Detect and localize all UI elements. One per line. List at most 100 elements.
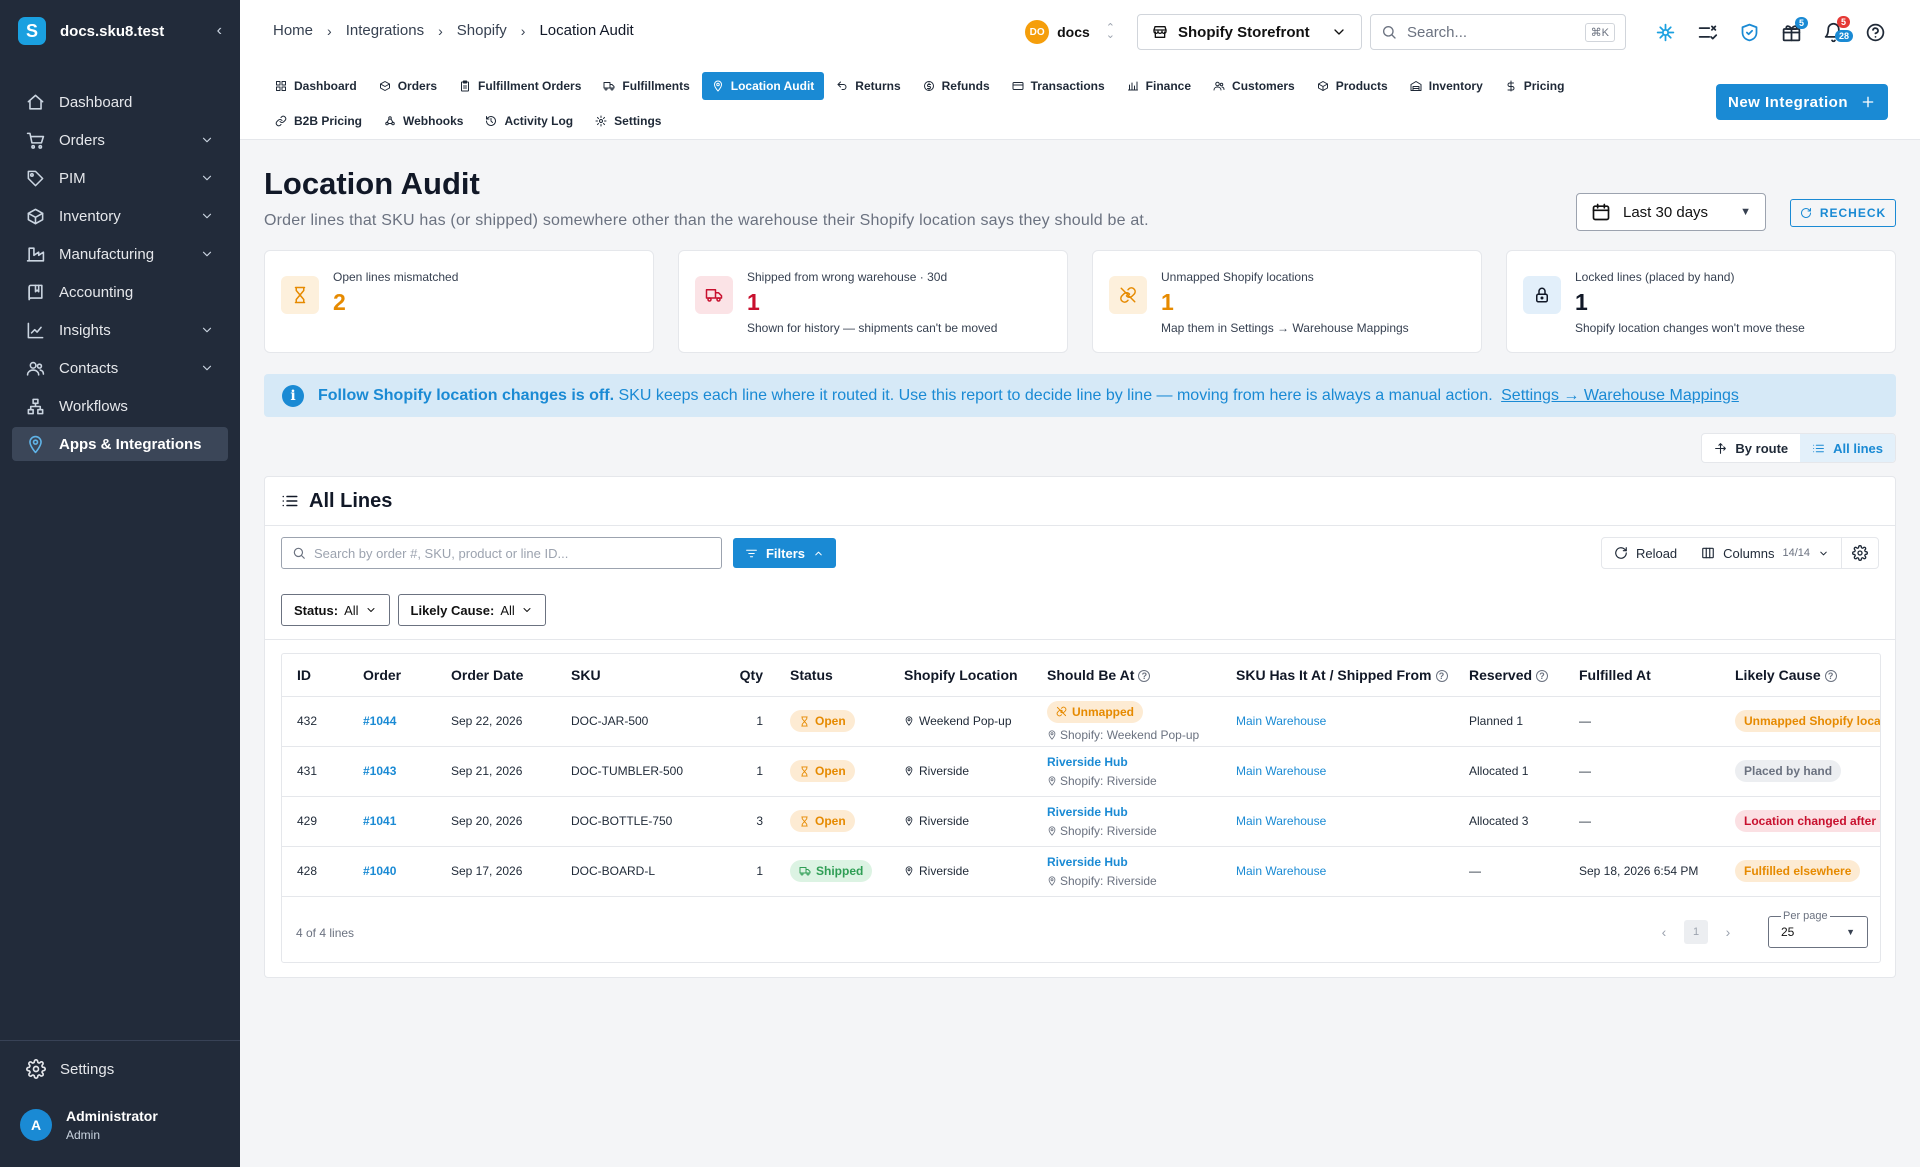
has-it-at-link[interactable]: Main Warehouse [1236,714,1326,728]
help-icon[interactable]: ? [1824,670,1837,683]
column-header[interactable]: Shopify Location [889,654,1032,697]
chevron-down-icon[interactable] [200,323,214,337]
has-it-at-link[interactable]: Main Warehouse [1236,764,1326,778]
collapse-sidebar-icon[interactable]: ‹ [217,22,222,40]
prev-page-icon[interactable]: ‹ [1654,924,1674,940]
should-be-link[interactable]: Riverside Hub [1047,755,1128,769]
filter-chip[interactable]: Likely Cause: All [397,594,546,626]
table-row[interactable]: 429 #1041 Sep 20, 2026 DOC-BOTTLE-750 3 Open R… [282,796,1880,847]
help-icon[interactable]: ? [1536,670,1549,683]
column-header[interactable]: Likely Cause? [1720,654,1880,697]
column-header[interactable]: Order [348,654,436,697]
reload-button[interactable]: Reload [1602,538,1689,568]
tab-pricing[interactable]: Pricing [1495,72,1575,100]
lines-search-input[interactable]: Search by order #, SKU, product or line … [281,537,722,569]
tab-activity-log[interactable]: Activity Log [475,107,583,135]
stat-card[interactable]: Shipped from wrong warehouse · 30d 1 Shown… [678,250,1068,353]
sidebar-item-apps-integrations[interactable]: Apps & Integrations [12,427,228,461]
sidebar-item-inventory[interactable]: Inventory [12,199,228,233]
table-settings-button[interactable] [1841,538,1878,568]
sidebar-item-insights[interactable]: Insights [12,313,228,347]
org-switcher[interactable]: DO docs ⌃ ⌄ [1025,20,1115,44]
tab-customers[interactable]: Customers [1203,72,1305,100]
chevron-down-icon[interactable] [200,133,214,147]
tab-fulfillments[interactable]: Fulfillments [593,72,699,100]
view-by-route[interactable]: By route [1702,434,1800,462]
sidebar-item-contacts[interactable]: Contacts [12,351,228,385]
sidebar-item-workflows[interactable]: Workflows [12,389,228,423]
has-it-at-link[interactable]: Main Warehouse [1236,814,1326,828]
column-header[interactable]: Qty [721,654,775,697]
global-search-input[interactable]: Search... ⌘K [1370,14,1626,50]
column-header[interactable]: SKU [556,654,721,697]
help-button[interactable] [1854,14,1896,50]
tab-inventory[interactable]: Inventory [1400,72,1493,100]
tab-dashboard[interactable]: Dashboard [265,72,367,100]
sidebar-item-pim[interactable]: PIM [12,161,228,195]
ai-assistant-button[interactable] [1644,14,1686,50]
filters-button[interactable]: Filters [733,538,836,568]
recheck-button[interactable]: RECHECK [1790,199,1896,227]
page-number[interactable]: 1 [1684,920,1708,944]
chevron-down-icon[interactable] [200,209,214,223]
compare-button[interactable] [1686,14,1728,50]
tab-refunds[interactable]: Refunds [913,72,1000,100]
column-header[interactable]: Status [775,654,889,697]
order-link[interactable]: #1041 [363,814,396,828]
order-link[interactable]: #1040 [363,864,396,878]
table-row[interactable]: 432 #1044 Sep 22, 2026 DOC-JAR-500 1 Open Week… [282,696,1880,747]
column-header[interactable]: Should Be At? [1032,654,1221,697]
filter-chip[interactable]: Status: All [281,594,390,626]
chevron-down-icon[interactable] [200,247,214,261]
tab-location-audit[interactable]: Location Audit [701,72,825,100]
gifts-button[interactable]: 5 [1770,14,1812,50]
security-button[interactable] [1728,14,1770,50]
user-menu[interactable]: A Administrator Admin [0,1097,240,1167]
warehouse-mappings-link[interactable]: Settings → Warehouse Mappings [1501,387,1739,404]
chevron-down-icon[interactable] [200,361,214,375]
new-integration-button[interactable]: New Integration [1716,84,1888,120]
tab-transactions[interactable]: Transactions [1002,72,1115,100]
breadcrumb-item[interactable]: Home [273,22,313,39]
tab-b2b-pricing[interactable]: B2B Pricing [265,107,372,135]
sidebar-item-settings[interactable]: Settings [0,1041,240,1097]
help-icon[interactable]: ? [1138,670,1151,683]
breadcrumb-item[interactable]: Integrations [346,22,424,39]
order-link[interactable]: #1043 [363,764,396,778]
sidebar-item-accounting[interactable]: Accounting [12,275,228,309]
stat-card[interactable]: Open lines mismatched 2 [264,250,654,353]
chevron-down-icon[interactable] [200,171,214,185]
stat-card[interactable]: Unmapped Shopify locations 1 Map them in S… [1092,250,1482,353]
tab-webhooks[interactable]: Webhooks [374,107,473,135]
app-logo[interactable]: S [18,17,46,45]
column-header[interactable]: Order Date [436,654,556,697]
date-range-select[interactable]: Last 30 days ▼ [1576,193,1766,231]
help-icon[interactable]: ? [1435,670,1448,683]
should-be-link[interactable]: Riverside Hub [1047,855,1128,869]
table-row[interactable]: 431 #1043 Sep 21, 2026 DOC-TUMBLER-500 1 Open… [282,746,1880,797]
notifications-button[interactable]: 5 28 [1812,14,1854,50]
per-page-select[interactable]: Per page 25 ▼ [1768,910,1868,948]
has-it-at-link[interactable]: Main Warehouse [1236,864,1326,878]
stat-card[interactable]: Locked lines (placed by hand) 1 Shopify lo… [1506,250,1896,353]
sidebar-item-manufacturing[interactable]: Manufacturing [12,237,228,271]
next-page-icon[interactable]: › [1718,924,1738,940]
column-header[interactable]: SKU Has It At / Shipped From? [1221,654,1454,697]
column-header[interactable]: ID [282,654,348,697]
column-header[interactable]: Reserved? [1454,654,1564,697]
store-selector[interactable]: Shopify Storefront [1137,14,1362,50]
tab-settings[interactable]: Settings [585,107,671,135]
tab-finance[interactable]: Finance [1117,72,1201,100]
view-all-lines[interactable]: All lines [1800,434,1895,462]
tab-orders[interactable]: Orders [369,72,447,100]
order-link[interactable]: #1044 [363,714,396,728]
tab-products[interactable]: Products [1307,72,1398,100]
sidebar-item-dashboard[interactable]: Dashboard [12,85,228,119]
sidebar-item-orders[interactable]: Orders [12,123,228,157]
tab-returns[interactable]: Returns [826,72,910,100]
breadcrumb-item[interactable]: Shopify [457,22,507,39]
columns-button[interactable]: Columns 14/14 [1689,538,1841,568]
table-row[interactable]: 428 #1040 Sep 17, 2026 DOC-BOARD-L 1 Shipped R… [282,846,1880,897]
column-header[interactable]: Fulfilled At [1564,654,1720,697]
should-be-link[interactable]: Riverside Hub [1047,805,1128,819]
